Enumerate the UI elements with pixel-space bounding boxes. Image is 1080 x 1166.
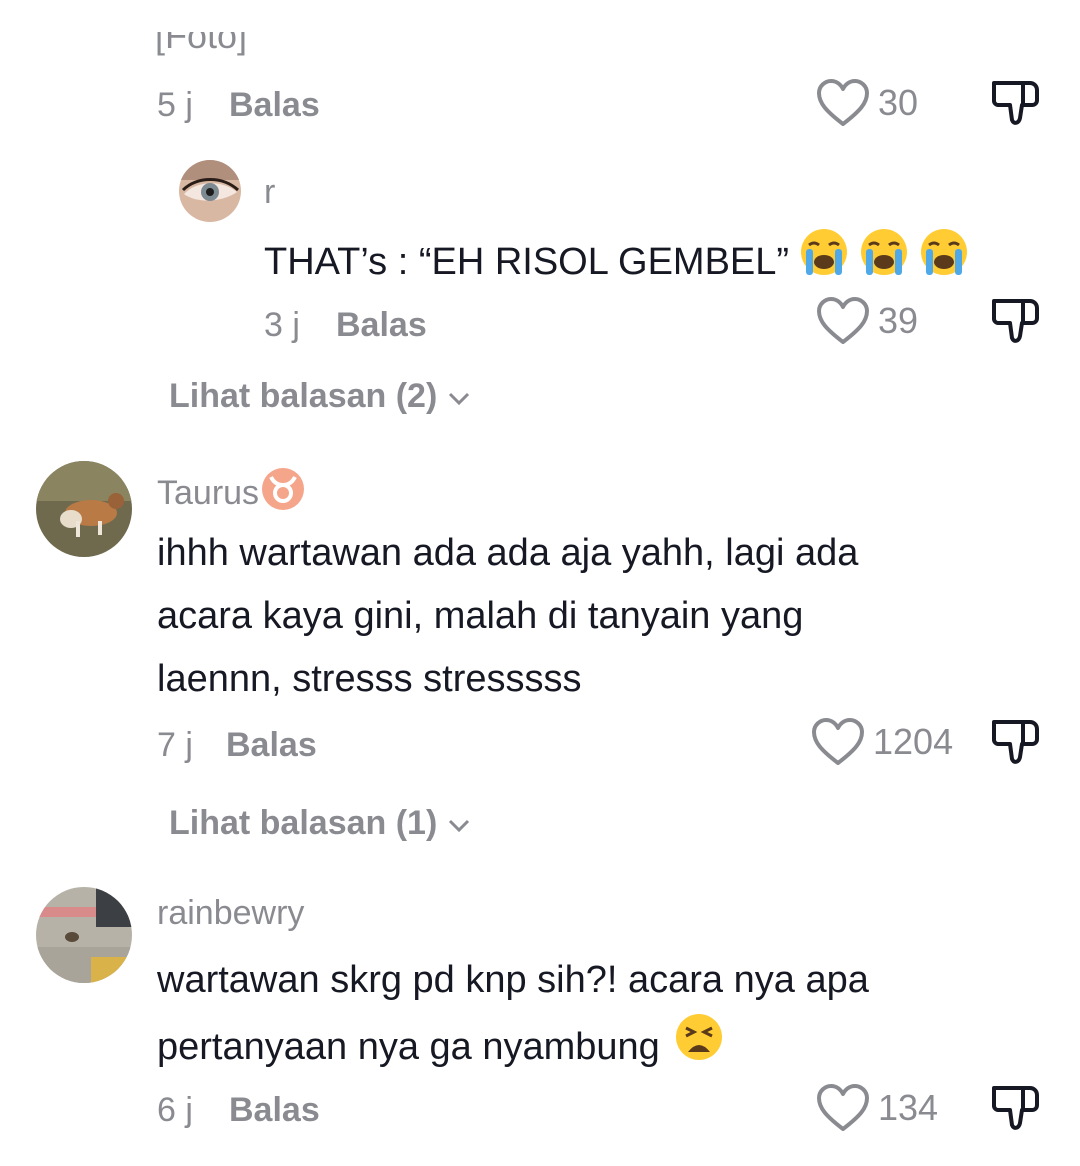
reply-button[interactable]: Balas <box>226 726 317 765</box>
comment-text-line: ihhh wartawan ada ada aja yahh, lagi ada <box>157 532 859 574</box>
comment-text-line: acara kaya gini, malah di tanyain yang <box>157 595 804 637</box>
heart-icon <box>816 78 870 128</box>
username[interactable]: r <box>264 173 275 212</box>
comment-text-row: pertanyaan nya ga nyambung <box>157 1012 869 1082</box>
thumbs-down-icon <box>990 1083 1042 1133</box>
loudly-crying-face-icon <box>919 227 969 297</box>
reply-button[interactable]: Balas <box>229 1091 320 1130</box>
thumbs-down-icon <box>990 78 1042 128</box>
avatar[interactable] <box>36 887 132 983</box>
comment-time: 7 j <box>157 726 193 764</box>
view-replies-button[interactable]: Lihat balasan (1) <box>169 804 471 843</box>
like-button[interactable]: 1204 <box>811 717 953 767</box>
avatar[interactable] <box>36 461 132 557</box>
heart-icon <box>816 1083 870 1133</box>
comment-text: ihhh wartawan ada ada aja yahh, lagi ada… <box>157 522 858 711</box>
thumbs-down-icon <box>990 296 1042 346</box>
heart-icon <box>816 296 870 346</box>
comment-time: 5 j <box>157 86 193 124</box>
like-button[interactable]: 134 <box>816 1083 938 1133</box>
weary-face-icon <box>674 1012 724 1082</box>
view-replies-button[interactable]: Lihat balasan (2) <box>169 377 471 416</box>
taurus-sign-icon <box>261 467 305 520</box>
comment-text-line: wartawan skrg pd knp sih?! acara nya apa <box>157 959 869 1001</box>
comment-time: 6 j <box>157 1091 193 1129</box>
reply-button[interactable]: Balas <box>336 306 427 345</box>
like-count: 1204 <box>873 721 954 762</box>
comment-text: wartawan skrg pd knp sih?! acara nya apa… <box>157 949 869 1082</box>
dislike-button[interactable] <box>990 1083 1042 1133</box>
cutoff-comment-text: [Foto] <box>155 15 248 56</box>
chevron-down-icon <box>447 804 471 843</box>
like-button[interactable]: 39 <box>816 296 918 346</box>
username[interactable]: rainbewry <box>157 894 304 933</box>
reply-button[interactable]: Balas <box>229 86 320 125</box>
comment-text-line: laennn, stresss stresssss <box>157 658 582 700</box>
comment-time: 3 j <box>264 306 300 344</box>
comment-text: THAT’s : “EH RISOL GEMBEL” <box>264 240 790 283</box>
view-replies-label: Lihat balasan (2) <box>169 377 438 415</box>
view-replies-label: Lihat balasan (1) <box>169 804 438 842</box>
avatar[interactable] <box>179 160 241 222</box>
like-count: 134 <box>878 1087 939 1128</box>
username-row[interactable]: Taurus <box>157 467 305 520</box>
dislike-button[interactable] <box>990 78 1042 128</box>
comment-text-row: THAT’s : “EH RISOL GEMBEL” <box>264 227 969 297</box>
thumbs-down-icon <box>990 717 1042 767</box>
like-button[interactable]: 30 <box>816 78 918 128</box>
dislike-button[interactable] <box>990 717 1042 767</box>
chevron-down-icon <box>447 377 471 416</box>
heart-icon <box>811 717 865 767</box>
like-count: 30 <box>878 82 919 123</box>
loudly-crying-face-icon <box>859 227 909 297</box>
comment-text-line: pertanyaan nya ga nyambung <box>157 1025 660 1068</box>
like-count: 39 <box>878 300 919 341</box>
dislike-button[interactable] <box>990 296 1042 346</box>
loudly-crying-face-icon <box>799 227 849 297</box>
username: Taurus <box>157 474 260 512</box>
